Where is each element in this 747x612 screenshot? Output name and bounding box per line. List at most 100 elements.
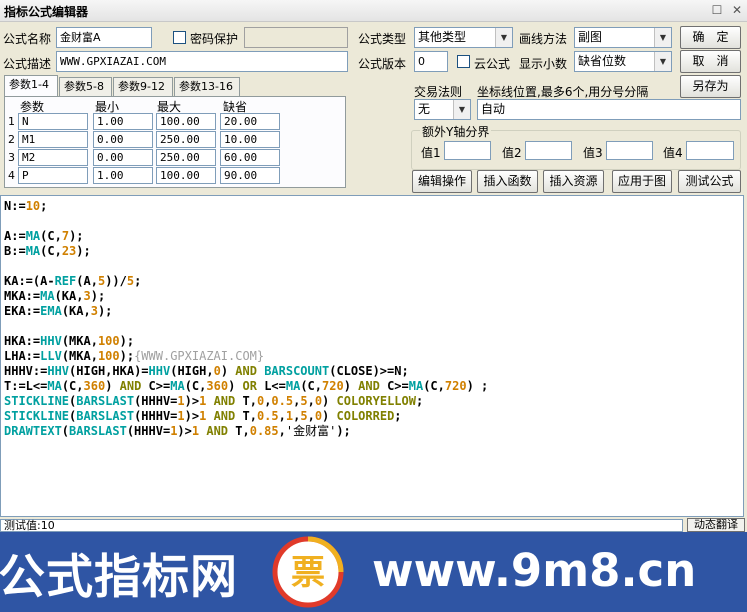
close-icon[interactable]: ✕ — [729, 3, 745, 19]
param-index: 3 — [8, 151, 15, 164]
password-label: 密码保护 — [190, 32, 239, 46]
cloud-formula-label: 云公式 — [474, 57, 511, 71]
decimal-label: 显示小数 — [519, 57, 568, 71]
restore-icon[interactable]: ☐ — [709, 3, 725, 19]
insert-function-button[interactable]: 插入函数 — [477, 170, 538, 193]
window-title: 指标公式编辑器 — [4, 5, 89, 19]
formula-version-input[interactable]: 0 — [414, 51, 448, 72]
code-editor[interactable]: N:=10;​A:=MA(C,7);B:=MA(C,23);​KA:=(A-RE… — [0, 195, 744, 517]
code-line: EKA:=EMA(KA,3); — [4, 304, 113, 318]
param-min-input[interactable]: 0.00 — [93, 149, 153, 166]
formula-name-input[interactable]: 金财富A — [56, 27, 152, 48]
formula-version-label: 公式版本 — [358, 57, 407, 71]
insert-resource-button[interactable]: 插入资源 — [543, 170, 604, 193]
param-name-input[interactable]: P — [18, 167, 88, 184]
param-max-input[interactable]: 100.00 — [156, 113, 216, 130]
code-line: A:=MA(C,7); — [4, 229, 84, 243]
tab-params-13-16[interactable]: 参数13-16 — [174, 77, 240, 96]
formula-name-label: 公式名称 — [3, 32, 52, 46]
draw-method-select[interactable]: 副图 ▼ — [574, 27, 672, 48]
code-line: T:=L<=MA(C,360) AND C>=MA(C,360) OR L<=M… — [4, 379, 489, 393]
code-line: STICKLINE(BARSLAST(HHHV=1)>1 AND T,0.5,1… — [4, 409, 402, 423]
status-bar: 测试值:10 动态翻译 — [0, 518, 747, 532]
site-logo: 票 — [272, 536, 344, 608]
param-max-input[interactable]: 250.00 — [156, 131, 216, 148]
tab-params-1-4[interactable]: 参数1-4 — [4, 75, 58, 97]
param-default-input[interactable]: 10.00 — [220, 131, 280, 148]
y-value-4-input[interactable] — [686, 141, 734, 160]
code-line: ​ — [4, 319, 488, 334]
decimal-value: 缺省位数 — [578, 54, 627, 68]
ok-button[interactable]: 确 定 — [680, 26, 741, 49]
extra-y-axis-group: 额外Y轴分界 值1 值2 值3 值4 — [411, 123, 741, 170]
param-min-input[interactable]: 1.00 — [93, 113, 153, 130]
code-line: ​ — [4, 259, 488, 274]
code-line: MKA:=MA(KA,3); — [4, 289, 106, 303]
draw-method-label: 画线方法 — [519, 32, 568, 46]
draw-method-value: 副图 — [578, 30, 603, 44]
tab-params-5-8[interactable]: 参数5-8 — [59, 77, 112, 96]
param-default-input[interactable]: 90.00 — [220, 167, 280, 184]
y-value-1-label: 值1 — [421, 146, 441, 160]
code-line: N:=10; — [4, 199, 48, 213]
code-line: LHA:=LLV(MKA,100);{WWW.GPXIAZAI.COM} — [4, 349, 265, 363]
code-line: STICKLINE(BARSLAST(HHHV=1)>1 AND T,0,0.5… — [4, 394, 424, 408]
formula-type-select[interactable]: 其他类型 ▼ — [414, 27, 513, 48]
logo-glyph: 票 — [291, 553, 325, 593]
param-name-input[interactable]: M2 — [18, 149, 88, 166]
y-value-3-label: 值3 — [583, 146, 603, 160]
y-value-2-label: 值2 — [502, 146, 522, 160]
chevron-down-icon: ▼ — [453, 100, 470, 119]
y-value-1-input[interactable] — [444, 141, 491, 160]
y-value-2-input[interactable] — [525, 141, 572, 160]
banner-url: www.9m8.cn — [372, 544, 697, 597]
coord-lines-input[interactable]: 自动 — [477, 99, 741, 120]
params-panel: 参数 最小 最大 缺省 1 N 1.00 100.00 20.00 2 M1 0… — [4, 96, 346, 188]
chevron-down-icon: ▼ — [654, 28, 671, 47]
formula-desc-input[interactable]: WWW.GPXIAZAI.COM — [56, 51, 348, 72]
trade-rule-select[interactable]: 无 ▼ — [414, 99, 471, 120]
banner-site-name: 公式指标网 — [0, 550, 238, 605]
code-line: DRAWTEXT(BARSLAST(HHHV=1)>1 AND T,0.85,'… — [4, 424, 351, 438]
cloud-formula-checkbox[interactable] — [457, 55, 470, 68]
param-index: 4 — [8, 169, 15, 182]
decimal-select[interactable]: 缺省位数 ▼ — [574, 51, 672, 72]
title-bar: 指标公式编辑器 ☐ ✕ — [0, 0, 747, 22]
param-default-input[interactable]: 20.00 — [220, 113, 280, 130]
watermark-banner: 公式指标网 票 www.9m8.cn — [0, 532, 747, 612]
param-index: 2 — [8, 133, 15, 146]
trade-rule-value: 无 — [418, 102, 431, 116]
test-formula-button[interactable]: 测试公式 — [678, 170, 741, 193]
cancel-button[interactable]: 取 消 — [680, 50, 741, 73]
code-text: N:=10;​A:=MA(C,7);B:=MA(C,23);​KA:=(A-RE… — [4, 199, 488, 439]
coord-lines-label: 坐标线位置,最多6个,用分号分隔 — [477, 85, 649, 99]
edit-ops-button[interactable]: 编辑操作 — [412, 170, 472, 193]
param-default-input[interactable]: 60.00 — [220, 149, 280, 166]
y-value-3-input[interactable] — [606, 141, 653, 160]
code-line: ​ — [4, 214, 488, 229]
formula-type-label: 公式类型 — [358, 32, 407, 46]
param-max-input[interactable]: 100.00 — [156, 167, 216, 184]
code-line: HKA:=HHV(MKA,100); — [4, 334, 135, 348]
extra-y-axis-title: 额外Y轴分界 — [420, 123, 492, 140]
trade-rule-label: 交易法则 — [414, 85, 463, 99]
chevron-down-icon: ▼ — [654, 52, 671, 71]
password-checkbox[interactable] — [173, 31, 186, 44]
param-min-input[interactable]: 1.00 — [93, 167, 153, 184]
dynamic-translate-button[interactable]: 动态翻译 — [687, 518, 745, 532]
formula-type-value: 其他类型 — [418, 30, 467, 44]
code-line: B:=MA(C,23); — [4, 244, 91, 258]
save-as-button[interactable]: 另存为 — [680, 75, 741, 98]
chevron-down-icon: ▼ — [495, 28, 512, 47]
param-index: 1 — [8, 115, 15, 128]
tab-params-9-12[interactable]: 参数9-12 — [113, 77, 173, 96]
formula-desc-label: 公式描述 — [3, 57, 52, 71]
param-max-input[interactable]: 250.00 — [156, 149, 216, 166]
param-name-input[interactable]: M1 — [18, 131, 88, 148]
apply-to-chart-button[interactable]: 应用于图 — [612, 170, 672, 193]
test-value-field: 测试值:10 — [0, 519, 683, 532]
y-value-4-label: 值4 — [663, 146, 683, 160]
password-input[interactable] — [244, 27, 348, 48]
param-min-input[interactable]: 0.00 — [93, 131, 153, 148]
param-name-input[interactable]: N — [18, 113, 88, 130]
